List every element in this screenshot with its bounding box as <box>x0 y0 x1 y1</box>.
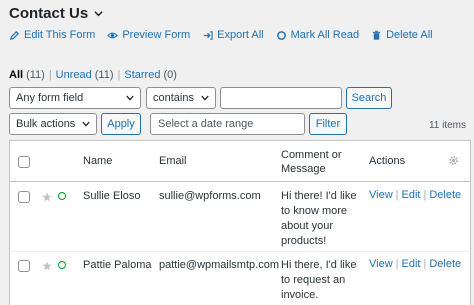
comment-line: about your <box>281 220 333 232</box>
action-separator: | <box>423 189 427 201</box>
column-name[interactable]: Name <box>83 154 112 168</box>
field-select[interactable]: Any form field <box>9 87 141 109</box>
filter-unread[interactable]: Unread <box>56 69 92 81</box>
entry-comment: Hi there! I'd like to know more about yo… <box>281 189 356 249</box>
export-all-label: Export All <box>217 29 264 41</box>
view-link[interactable]: View <box>369 258 393 270</box>
entry-name: Pattie Paloma <box>83 259 152 271</box>
action-separator: | <box>423 258 427 270</box>
page-title: Contact Us <box>9 5 89 22</box>
entries-table: Name Email Comment or Message Actions Su… <box>9 140 471 305</box>
search-input[interactable] <box>220 87 342 109</box>
field-select-value: Any form field <box>16 92 84 104</box>
export-all-link[interactable]: Export All <box>202 29 264 41</box>
delete-link[interactable]: Delete <box>429 258 461 270</box>
filter-starred[interactable]: Starred <box>124 69 160 81</box>
row-actions: View | Edit | Delete <box>369 189 461 201</box>
table-row: Pattie Paloma pattie@wpmailsmtp.com Hi t… <box>10 251 470 305</box>
row-checkbox[interactable] <box>18 260 30 272</box>
action-separator: | <box>395 258 399 270</box>
comment-line: to know more <box>281 205 348 217</box>
apply-button[interactable]: Apply <box>101 113 141 135</box>
delete-all-label: Delete All <box>386 29 433 41</box>
bulk-actions-select[interactable]: Bulk actions <box>9 113 97 135</box>
circle-icon <box>276 30 286 40</box>
comment-line: Hi there! I'd like <box>281 190 357 202</box>
column-comment[interactable]: Comment or Message <box>281 148 361 176</box>
entry-email: sullie@wpforms.com <box>159 190 261 202</box>
comment-line: to request an <box>281 274 346 286</box>
view-link[interactable]: View <box>369 189 393 201</box>
filter-separator: | <box>117 69 121 81</box>
status-filter-links: All (11) | Unread (11) | Starred (0) <box>9 69 177 81</box>
operator-select[interactable]: contains <box>146 87 216 109</box>
edit-link[interactable]: Edit <box>402 258 421 270</box>
entry-comment: Hi there, I'd like to request an invoice… <box>281 258 356 303</box>
delete-link[interactable]: Delete <box>429 189 461 201</box>
select-all-checkbox[interactable] <box>18 156 30 168</box>
star-icon[interactable] <box>42 261 52 271</box>
form-title-dropdown[interactable]: Contact Us <box>9 5 103 22</box>
filter-all-count: (11) <box>26 69 45 81</box>
chevron-down-icon <box>94 11 103 17</box>
gear-icon[interactable] <box>448 155 459 166</box>
edit-form-link[interactable]: Edit This Form <box>9 29 95 41</box>
edit-link[interactable]: Edit <box>402 189 421 201</box>
bulk-actions-value: Bulk actions <box>16 118 76 130</box>
comment-line: products! <box>281 235 327 247</box>
entry-name: Sullie Eloso <box>83 190 141 202</box>
chevron-down-icon <box>82 121 90 127</box>
date-range-input[interactable]: Select a date range <box>150 113 305 135</box>
star-icon[interactable] <box>42 192 52 202</box>
pencil-icon <box>10 30 20 40</box>
comment-line: Hi there, I'd like <box>281 259 357 271</box>
row-actions: View | Edit | Delete <box>369 258 461 270</box>
mark-all-read-link[interactable]: Mark All Read <box>276 29 359 41</box>
preview-form-link[interactable]: Preview Form <box>107 29 190 41</box>
operator-select-value: contains <box>153 92 194 104</box>
column-email[interactable]: Email <box>159 154 187 168</box>
filter-starred-count: (0) <box>163 69 177 81</box>
mark-all-read-label: Mark All Read <box>290 29 360 41</box>
preview-form-label: Preview Form <box>122 29 191 41</box>
table-row: Sullie Eloso sullie@wpforms.com Hi there… <box>10 182 470 255</box>
chevron-down-icon <box>126 95 134 101</box>
edit-form-label: Edit This Form <box>24 29 96 41</box>
export-icon <box>203 30 213 40</box>
form-actions-bar: Edit This Form Preview Form Export All M… <box>9 29 445 41</box>
trash-icon <box>372 30 381 40</box>
action-separator: | <box>395 189 399 201</box>
filter-separator: | <box>48 69 52 81</box>
items-count: 11 items <box>428 120 466 131</box>
eye-icon <box>107 32 119 38</box>
table-header: Name Email Comment or Message Actions <box>10 141 470 182</box>
delete-all-link[interactable]: Delete All <box>371 29 433 41</box>
unread-status-icon[interactable] <box>58 261 66 269</box>
entry-email: pattie@wpmailsmtp.com <box>159 259 279 271</box>
filter-unread-count: (11) <box>94 69 114 81</box>
row-checkbox[interactable] <box>18 191 30 203</box>
comment-line: invoice. <box>281 289 319 301</box>
column-actions: Actions <box>369 155 406 167</box>
filter-button[interactable]: Filter <box>309 113 347 135</box>
unread-status-icon[interactable] <box>58 192 66 200</box>
search-button[interactable]: Search <box>346 87 392 109</box>
filter-all[interactable]: All <box>9 69 23 81</box>
chevron-down-icon <box>201 95 209 101</box>
